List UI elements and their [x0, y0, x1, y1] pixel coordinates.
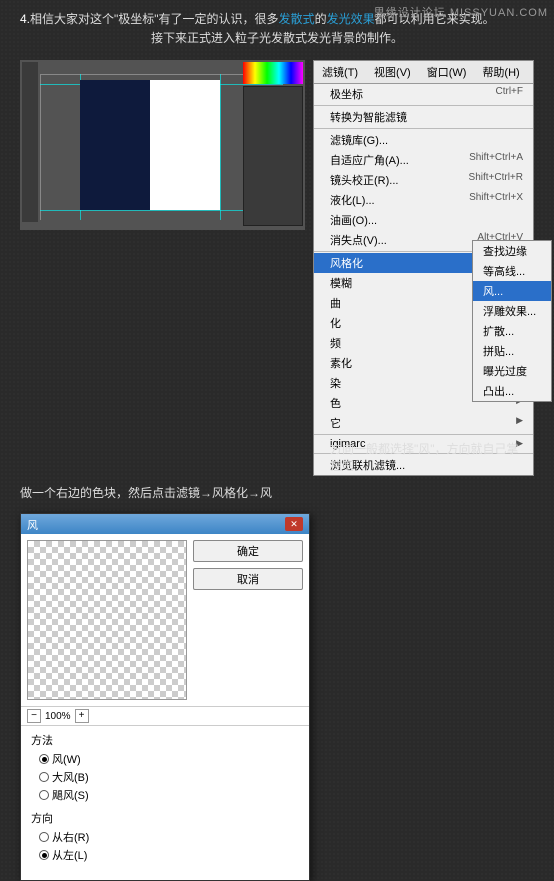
radio-icon: [39, 850, 49, 860]
menu-item-smart[interactable]: 转换为智能滤镜: [314, 107, 533, 127]
menu-view[interactable]: 视图(V): [366, 61, 419, 83]
caption: 做一个右边的色块，然后点击滤镜→风格化→风: [0, 476, 554, 509]
radio-stagger[interactable]: 飓风(S): [31, 786, 299, 804]
wind-dialog: 风 ✕ 确定 取消 − 100% + 方法 风(W) 大风(B) 飓风(S) 方…: [20, 513, 310, 881]
direction-label: 方向: [31, 810, 299, 826]
submenu-tiles[interactable]: 拼贴...: [473, 341, 551, 361]
close-icon[interactable]: ✕: [285, 517, 303, 531]
menu-help[interactable]: 帮助(H): [474, 61, 527, 83]
ps-toolbar[interactable]: [22, 62, 38, 222]
submenu-extrude[interactable]: 凸出...: [473, 381, 551, 401]
ruler-vertical: [40, 74, 44, 220]
method-group: 方法 风(W) 大风(B) 飓风(S): [31, 732, 299, 804]
preview-area: [27, 540, 187, 700]
menu-item-liquify[interactable]: 液化(L)...Shift+Ctrl+X: [314, 190, 533, 210]
hl-2: 发光效果: [327, 12, 375, 26]
menu-item-gallery[interactable]: 滤镜库(G)...: [314, 130, 533, 150]
submenu-solarize[interactable]: 曝光过度: [473, 361, 551, 381]
color-swatches[interactable]: [243, 62, 303, 84]
menu-item-oil[interactable]: 油画(O)...: [314, 210, 533, 230]
watermark: 思缘设计论坛 MISSYUAN.COM: [374, 4, 548, 20]
submenu-wind[interactable]: 风...: [473, 281, 551, 301]
menu-item-lens[interactable]: 镜头校正(R)...Shift+Ctrl+R: [314, 170, 533, 190]
radio-icon: [39, 754, 49, 764]
zoom-value: 100%: [45, 711, 71, 722]
radio-wind[interactable]: 风(W): [31, 750, 299, 768]
zoom-in-icon[interactable]: +: [75, 709, 89, 723]
direction-group: 方向 从右(R) 从左(L): [31, 810, 299, 864]
palette-panel[interactable]: [243, 62, 303, 226]
zoom-bar: − 100% +: [21, 706, 309, 725]
menu-filter[interactable]: 滤镜(T): [314, 61, 366, 83]
submenu-find-edges[interactable]: 查找边缘: [473, 241, 551, 261]
hl-1: 发散式: [279, 12, 315, 26]
submenu-diffuse[interactable]: 扩散...: [473, 321, 551, 341]
menu-item-other[interactable]: 它▶: [314, 413, 533, 433]
layers-panel[interactable]: [243, 86, 303, 226]
dark-block: [80, 80, 150, 210]
ok-button[interactable]: 确定: [193, 540, 303, 562]
menu-item-wide[interactable]: 自适应广角(A)...Shift+Ctrl+A: [314, 150, 533, 170]
radio-from-left[interactable]: 从左(L): [31, 846, 299, 864]
canvas[interactable]: [80, 80, 220, 210]
radio-from-right[interactable]: 从右(R): [31, 828, 299, 846]
menu-item-polar[interactable]: 极坐标Ctrl+F: [314, 84, 533, 104]
dialog-titlebar[interactable]: 风 ✕: [21, 514, 309, 534]
menu-window[interactable]: 窗口(W): [419, 61, 475, 83]
method-label: 方法: [31, 732, 299, 748]
submenu-emboss[interactable]: 浮雕效果...: [473, 301, 551, 321]
zoom-out-icon[interactable]: −: [27, 709, 41, 723]
guide-line[interactable]: [220, 74, 221, 220]
submenu-contour[interactable]: 等高线...: [473, 261, 551, 281]
step-number: 4.: [20, 12, 30, 26]
footer-note: 方向一般都选择"风"，方向就自己掌控吧: [330, 440, 530, 474]
radio-blast[interactable]: 大风(B): [31, 768, 299, 786]
radio-icon: [39, 772, 49, 782]
dialog-title: 风: [27, 517, 38, 531]
photoshop-workspace: [20, 60, 305, 230]
menu-bar: 滤镜(T) 视图(V) 窗口(W) 帮助(H): [314, 61, 533, 84]
stylize-submenu: 查找边缘 等高线... 风... 浮雕效果... 扩散... 拼贴... 曝光过…: [472, 240, 552, 402]
radio-icon: [39, 790, 49, 800]
radio-icon: [39, 832, 49, 842]
light-block: [150, 80, 220, 210]
cancel-button[interactable]: 取消: [193, 568, 303, 590]
